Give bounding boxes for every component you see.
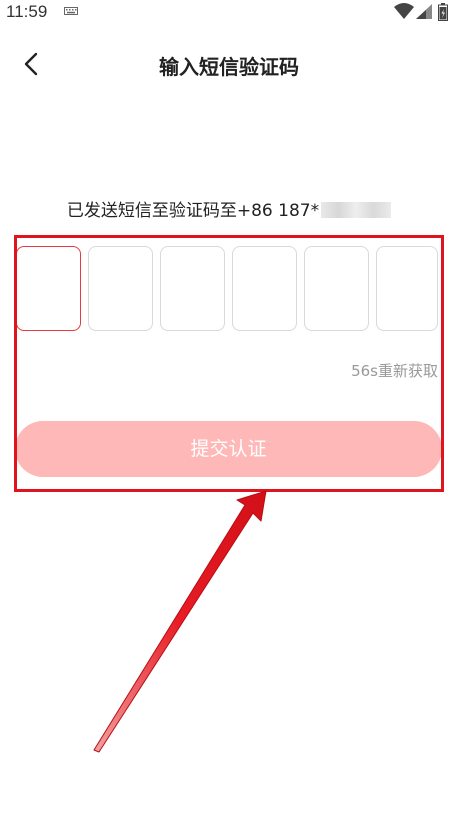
annotation-arrow-icon bbox=[93, 490, 267, 753]
page-title: 输入短信验证码 bbox=[159, 55, 299, 79]
header: 输入短信验证码 bbox=[0, 40, 458, 90]
signal-icon bbox=[416, 4, 432, 19]
resend-code-link[interactable]: 56s重新获取 bbox=[351, 360, 438, 381]
battery-icon bbox=[438, 3, 448, 21]
sent-info: 已发送短信至验证码至+86 187* bbox=[0, 196, 458, 221]
code-box-1[interactable] bbox=[16, 246, 81, 331]
sent-text: 已发送短信至验证码至+86 187* bbox=[66, 201, 320, 221]
code-box-5[interactable] bbox=[304, 246, 369, 331]
status-time: 11:59 bbox=[6, 2, 48, 21]
code-box-6[interactable] bbox=[376, 246, 438, 331]
code-box-4[interactable] bbox=[232, 246, 297, 331]
wifi-icon bbox=[394, 3, 414, 19]
phone-mask bbox=[321, 202, 392, 218]
keyboard-icon bbox=[64, 7, 78, 15]
status-bar: 11:59 bbox=[0, 0, 458, 26]
code-box-3[interactable] bbox=[160, 246, 225, 331]
submit-button[interactable]: 提交认证 bbox=[15, 421, 442, 477]
code-box-2[interactable] bbox=[88, 246, 153, 331]
